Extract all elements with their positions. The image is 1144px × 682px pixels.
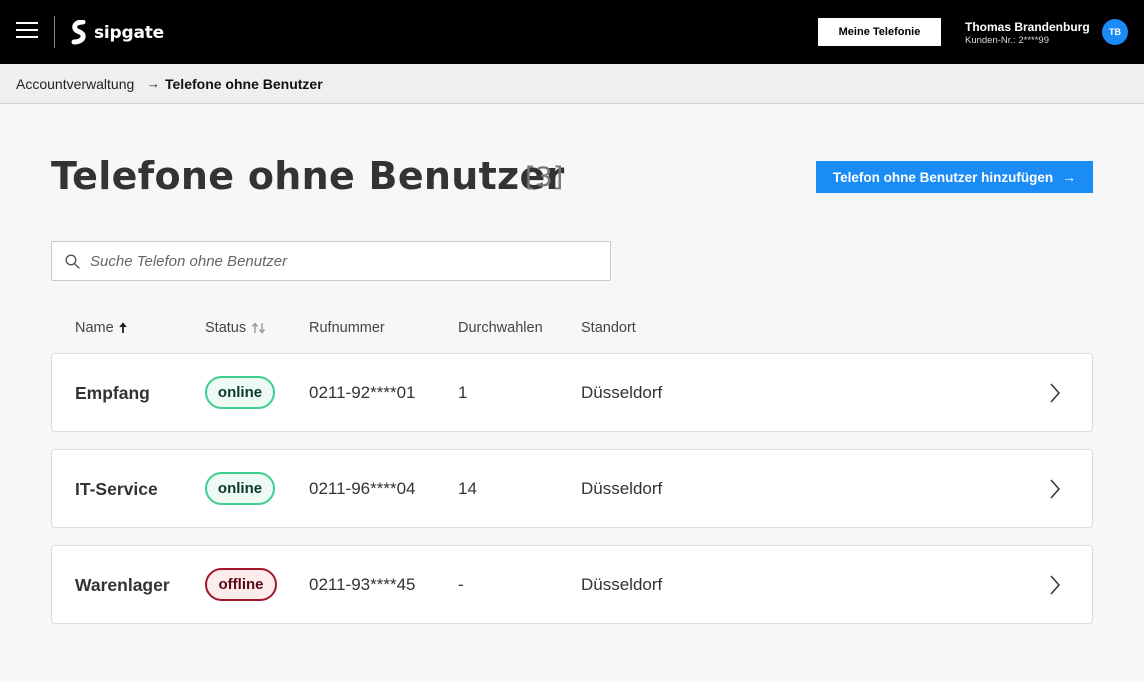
sort-updown-icon bbox=[252, 322, 266, 334]
column-header-name[interactable]: Name bbox=[75, 320, 127, 336]
location: Düsseldorf bbox=[581, 383, 663, 402]
extension-count: 1 bbox=[458, 383, 468, 402]
header-divider bbox=[54, 16, 55, 48]
chevron-right-icon[interactable] bbox=[1048, 478, 1062, 500]
item-count: [3] bbox=[525, 162, 564, 193]
extension-count: 14 bbox=[458, 479, 477, 498]
chevron-right-icon[interactable] bbox=[1048, 382, 1062, 404]
column-header-status-label: Status bbox=[205, 320, 247, 336]
breadcrumb-current: Telefone ohne Benutzer bbox=[165, 76, 323, 92]
phone-number: 0211-92****01 bbox=[309, 383, 416, 402]
phone-name: IT-Service bbox=[75, 479, 158, 499]
column-header-number: Rufnummer bbox=[309, 320, 385, 336]
sipgate-logo[interactable]: sipgate bbox=[70, 20, 164, 46]
column-header-name-label: Name bbox=[75, 320, 114, 336]
extension-count: - bbox=[458, 575, 464, 594]
add-phone-button-label: Telefon ohne Benutzer hinzufügen bbox=[832, 169, 1054, 185]
avatar[interactable]: TB bbox=[1102, 19, 1128, 45]
top-navigation-bar: sipgate Meine Telefonie Thomas Brandenbu… bbox=[0, 0, 1144, 64]
table-row[interactable]: Warenlager offline 0211-93****45 - Düsse… bbox=[51, 545, 1093, 624]
page-title: Telefone ohne Benutzer bbox=[51, 154, 565, 198]
location: Düsseldorf bbox=[581, 479, 663, 498]
customer-number: Kunden-Nr.: 2****99 bbox=[965, 35, 1049, 46]
phone-name: Empfang bbox=[75, 383, 150, 403]
arrow-right-icon: → bbox=[147, 76, 160, 91]
my-telephony-button[interactable]: Meine Telefonie bbox=[818, 18, 941, 46]
breadcrumb-parent-link[interactable]: Accountverwaltung bbox=[16, 76, 134, 92]
status-badge: online bbox=[205, 376, 275, 409]
location: Düsseldorf bbox=[581, 575, 663, 594]
column-header-status[interactable]: Status bbox=[205, 320, 267, 336]
arrow-right-icon: → bbox=[1062, 169, 1077, 185]
sipgate-logo-icon bbox=[71, 20, 86, 45]
phone-number: 0211-96****04 bbox=[309, 479, 416, 498]
add-phone-button[interactable]: Telefon ohne Benutzer hinzufügen → bbox=[816, 161, 1093, 193]
arrow-up-icon bbox=[119, 322, 127, 333]
phone-name: Warenlager bbox=[75, 575, 170, 595]
column-header-extensions: Durchwahlen bbox=[458, 320, 543, 336]
logo-text: sipgate bbox=[94, 23, 165, 43]
table-row[interactable]: Empfang online 0211-92****01 1 Düsseldor… bbox=[51, 353, 1093, 432]
status-badge: offline bbox=[205, 568, 277, 601]
search-input[interactable] bbox=[90, 242, 600, 280]
breadcrumb: Accountverwaltung → Telefone ohne Benutz… bbox=[0, 64, 1144, 104]
search-box bbox=[51, 241, 611, 281]
status-badge: online bbox=[205, 472, 275, 505]
chevron-right-icon[interactable] bbox=[1048, 574, 1062, 596]
table-row[interactable]: IT-Service online 0211-96****04 14 Düsse… bbox=[51, 449, 1093, 528]
user-name: Thomas Brandenburg bbox=[965, 20, 1090, 34]
hamburger-menu-icon[interactable] bbox=[16, 22, 38, 42]
phone-number: 0211-93****45 bbox=[309, 575, 416, 594]
column-header-location: Standort bbox=[581, 320, 636, 336]
search-icon bbox=[65, 254, 80, 269]
